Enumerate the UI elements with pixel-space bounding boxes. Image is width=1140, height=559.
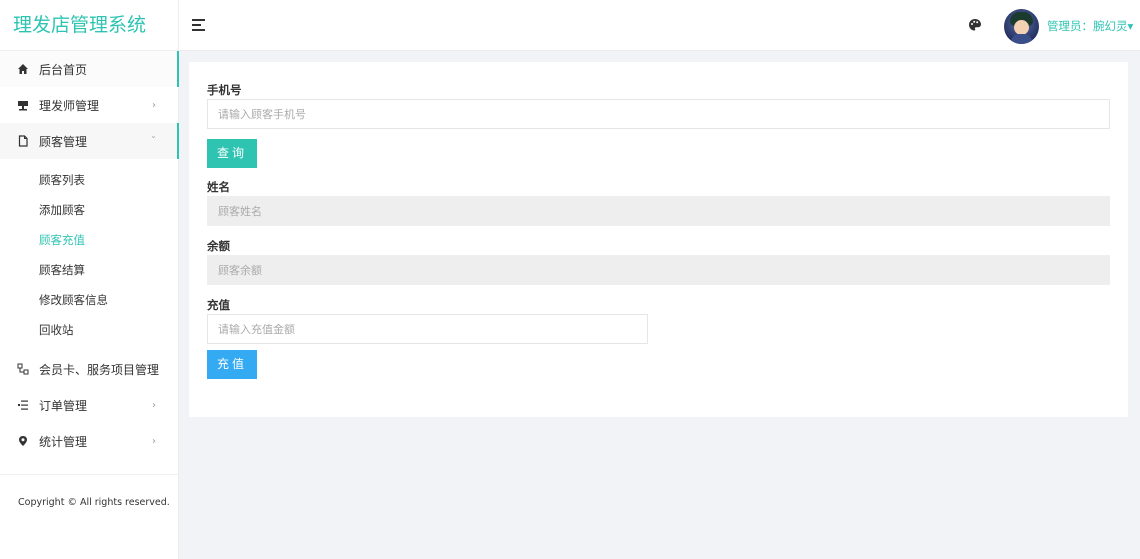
sidebar-item-label: 顾客管理 xyxy=(39,134,88,149)
divider xyxy=(0,474,178,475)
user-name-label: 管理员：腕幻灵 xyxy=(1047,19,1128,33)
active-indicator xyxy=(177,123,179,159)
sidebar-item-label: 理发师管理 xyxy=(39,98,100,113)
chevron-down-icon: ˇ xyxy=(151,135,156,147)
balance-label: 余额 xyxy=(207,239,230,253)
chevron-right-icon: › xyxy=(152,435,156,447)
header: 管理员：腕幻灵▾ xyxy=(179,0,1140,51)
copyright-text: Copyright © All rights reserved. xyxy=(18,497,170,508)
list-icon xyxy=(16,398,30,412)
app-title: 理发店管理系统 xyxy=(0,0,178,51)
submenu-item-recycle-bin[interactable]: 回收站 xyxy=(0,315,178,345)
sidebar-item-label: 后台首页 xyxy=(39,62,88,77)
chevron-right-icon: › xyxy=(152,363,156,375)
customer-submenu: 顾客列表 添加顾客 顾客充值 顾客结算 修改顾客信息 回收站 xyxy=(0,159,178,351)
sidebar-item-orders[interactable]: 订单管理 › xyxy=(0,387,178,423)
caret-down-icon: ▾ xyxy=(1127,19,1134,33)
balance-field xyxy=(207,255,1110,285)
active-indicator xyxy=(177,51,179,87)
recharge-form-card: 手机号 查询 姓名 余额 充值 充值 xyxy=(189,62,1128,417)
sidebar-item-customers[interactable]: 顾客管理 ˇ xyxy=(0,123,179,159)
name-field xyxy=(207,196,1110,226)
submenu-item-customer-checkout[interactable]: 顾客结算 xyxy=(0,255,178,285)
document-icon xyxy=(16,134,30,148)
recharge-label: 充值 xyxy=(207,298,230,312)
recharge-button[interactable]: 充值 xyxy=(207,350,258,379)
chevron-right-icon: › xyxy=(152,399,156,411)
sidebar-item-label: 统计管理 xyxy=(39,434,88,449)
sidebar-item-label: 会员卡、服务项目管理 xyxy=(39,362,160,377)
grid-icon xyxy=(16,362,30,376)
barber-icon xyxy=(16,98,30,112)
submenu-item-customer-list[interactable]: 顾客列表 xyxy=(0,165,178,195)
sidebar-item-membership[interactable]: 会员卡、服务项目管理 › xyxy=(0,351,178,387)
phone-label: 手机号 xyxy=(207,83,242,97)
sidebar: 理发店管理系统 后台首页 理发师管理 › 顾客管理 ˇ 顾客列表 添加顾客 顾客… xyxy=(0,0,179,559)
submenu-item-customer-recharge[interactable]: 顾客充值 xyxy=(0,225,178,255)
submenu-item-edit-customer[interactable]: 修改顾客信息 xyxy=(0,285,178,315)
name-label: 姓名 xyxy=(207,180,230,194)
sidebar-item-label: 订单管理 xyxy=(39,398,88,413)
phone-input[interactable] xyxy=(207,99,1110,129)
sidebar-item-barbers[interactable]: 理发师管理 › xyxy=(0,87,178,123)
home-icon xyxy=(16,62,30,76)
palette-icon[interactable] xyxy=(968,18,982,32)
query-button[interactable]: 查询 xyxy=(207,139,258,168)
submenu-item-add-customer[interactable]: 添加顾客 xyxy=(0,195,178,225)
avatar[interactable] xyxy=(1004,9,1039,44)
sidebar-item-statistics[interactable]: 统计管理 › xyxy=(0,423,178,459)
sidebar-item-dashboard[interactable]: 后台首页 xyxy=(0,51,179,87)
chevron-right-icon: › xyxy=(152,99,156,111)
user-menu[interactable]: 管理员：腕幻灵▾ xyxy=(1047,18,1133,34)
location-icon xyxy=(16,434,30,448)
recharge-amount-input[interactable] xyxy=(207,314,648,344)
menu-toggle-icon[interactable] xyxy=(192,19,205,31)
